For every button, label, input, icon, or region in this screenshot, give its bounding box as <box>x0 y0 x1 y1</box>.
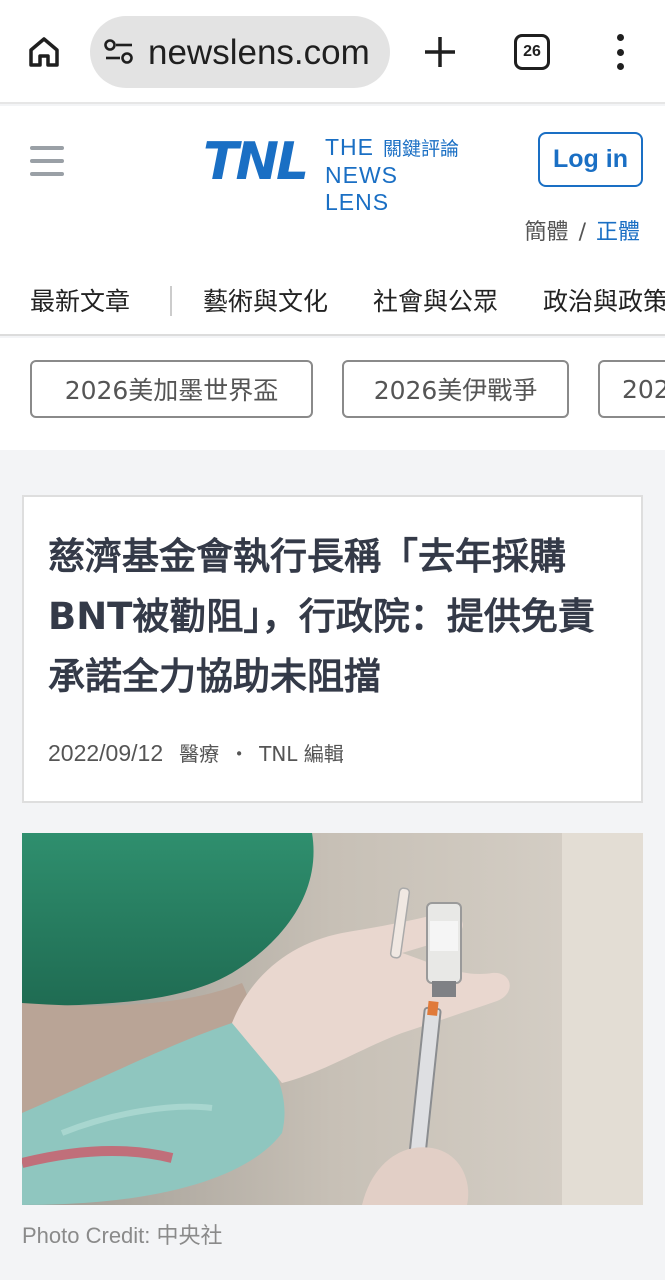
nav-divider <box>170 286 172 316</box>
logo-the: THE <box>325 134 374 160</box>
hamburger-menu-icon[interactable] <box>30 146 64 176</box>
login-button[interactable]: Log in <box>538 132 643 187</box>
nav-item-society[interactable]: 社會與公眾 <box>373 282 498 318</box>
tag-chip[interactable]: 2026美伊戰爭 <box>342 360 569 418</box>
home-icon[interactable] <box>22 30 66 74</box>
tag-chip[interactable]: 2026美加墨世界盃 <box>30 360 313 418</box>
site-header: TNL THE 關鍵評論 NEWS LENS Log in 簡體 / 正體 最新文章… <box>0 106 665 336</box>
topic-tags: 2026美加墨世界盃 2026美伊戰爭 2026 <box>0 338 665 450</box>
url-text[interactable]: newslens.com <box>148 33 380 73</box>
article-date: 2022/09/12 <box>48 740 164 766</box>
nav-item-politics[interactable]: 政治與政策 <box>543 282 665 318</box>
article-title: 慈濟基金會執行長稱「去年採購BNT被勸阻」，行政院：提供免責承諾全力協助未阻擋 <box>48 535 595 698</box>
meta-separator: ・ <box>229 742 250 766</box>
lang-traditional-link[interactable]: 正體 <box>596 220 640 245</box>
address-bar[interactable]: newslens.com <box>90 16 390 88</box>
category-nav: 最新文章 藝術與文化 社會與公眾 政治與政策 <box>0 282 665 328</box>
lang-simplified-link[interactable]: 簡體 <box>525 220 569 245</box>
logo-chinese-name: 關鍵評論 <box>383 138 460 160</box>
nav-item-latest[interactable]: 最新文章 <box>30 282 130 318</box>
article-category[interactable]: 醫療 <box>179 742 219 766</box>
more-menu-icon[interactable] <box>608 34 632 70</box>
article-author[interactable]: TNL 編輯 <box>259 742 344 766</box>
tag-chip[interactable]: 2026 <box>598 360 665 418</box>
browser-toolbar: newslens.com 26 <box>0 0 665 104</box>
language-switcher: 簡體 / 正體 <box>525 214 640 246</box>
tab-count: 26 <box>523 43 541 60</box>
article-header-card: 慈濟基金會執行長稱「去年採購BNT被勸阻」，行政院：提供免責承諾全力協助未阻擋 … <box>22 495 643 803</box>
lang-separator: / <box>578 220 586 245</box>
site-settings-icon[interactable] <box>104 38 134 66</box>
site-logo[interactable]: TNL THE 關鍵評論 NEWS LENS <box>203 132 465 215</box>
logo-mark: TNL <box>203 132 309 192</box>
nav-item-arts-culture[interactable]: 藝術與文化 <box>203 282 328 318</box>
photo-credit: Photo Credit: 中央社 <box>22 1223 223 1248</box>
logo-newslens: NEWS LENS <box>325 162 398 215</box>
article-meta: 2022/09/12 醫療・ TNL 編輯 <box>48 738 344 767</box>
tab-switcher-icon[interactable]: 26 <box>514 34 550 70</box>
new-tab-icon[interactable] <box>420 30 460 74</box>
article-photo <box>22 833 643 1205</box>
